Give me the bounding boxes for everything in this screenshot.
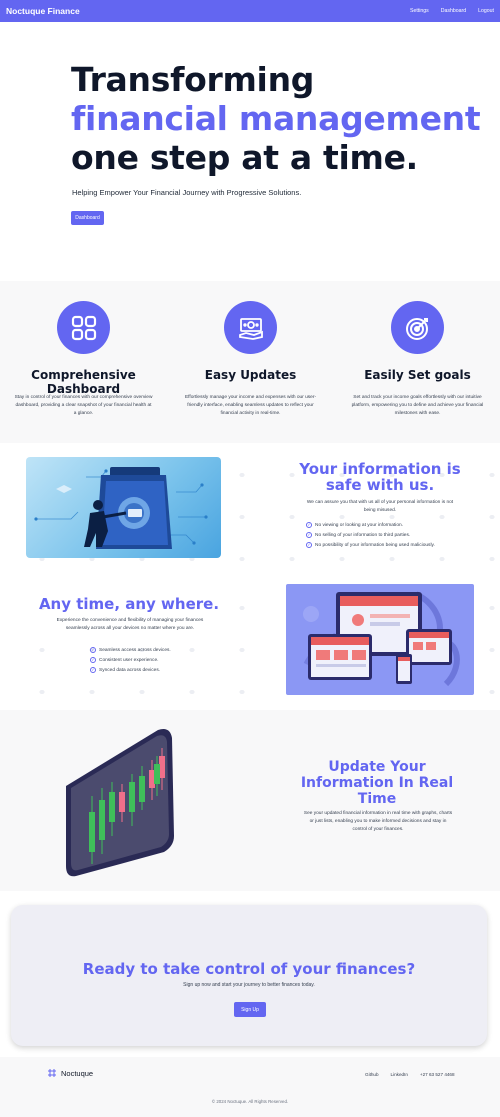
list-item: ✓ No possibility of your information bein… (306, 542, 435, 548)
money-hand-icon (224, 301, 277, 354)
cta-subtitle: Sign up now and start your journey to be… (183, 982, 315, 988)
hero-title-line-3: one step at a time. (71, 138, 418, 177)
anytime-title: Any time, any where. (38, 595, 220, 613)
feature-title: Easy Updates (204, 368, 297, 382)
list-item: ✓ Consistent user experience. (90, 657, 159, 663)
target-icon (391, 301, 444, 354)
hero-title-line-1: Transforming (71, 60, 315, 99)
dashboard-button[interactable]: Dashboard (71, 211, 104, 225)
check-circle-icon: ✓ (306, 522, 312, 528)
footer-link-github[interactable]: Github (365, 1072, 379, 1077)
navbar: Noctuque Finance Settings Dashboard Logo… (0, 0, 500, 22)
security-illustration (26, 457, 221, 558)
cta-title: Ready to take control of your finances? (82, 960, 416, 978)
brand-logo[interactable]: Noctuque Finance (6, 6, 80, 16)
feature-title: Easily Set goals (364, 368, 471, 382)
cta-card: Ready to take control of your finances? … (11, 905, 487, 1046)
realtime-description: See your updated financial information i… (303, 811, 453, 832)
security-section: Your information is safe with us. We can… (0, 443, 500, 576)
footer-brand: Noctuque (61, 1068, 94, 1078)
sign-up-button[interactable]: Sign Up (234, 1002, 266, 1017)
footer-links: Github LinkedIn +27 63 527 4468 (365, 1072, 455, 1077)
nav-links: Settings Dashboard Logout (410, 8, 494, 14)
security-list: ✓ No viewing or looking at your informati… (306, 520, 435, 550)
security-description: We can assure you that with us all of yo… (306, 500, 454, 513)
devices-illustration (286, 584, 474, 695)
feature-text: Set and track your income goals effortle… (351, 395, 484, 416)
anytime-description: Experience the convenience and flexibili… (56, 618, 204, 631)
feature-title: Comprehensive Dashboard (31, 368, 136, 396)
candlestick-tablet-illustration (62, 726, 180, 878)
hero-title-line-2: financial management (71, 99, 481, 138)
realtime-section: Update Your Information In Real Time See… (0, 710, 500, 891)
check-circle-icon: ✓ (90, 667, 96, 673)
nav-link-settings[interactable]: Settings (410, 8, 429, 14)
dashboard-grid-icon (57, 301, 110, 354)
security-title: Your information is safe with us. (299, 460, 461, 494)
footer: Noctuque Github LinkedIn +27 63 527 4468… (0, 1057, 500, 1117)
hash-logo-icon (48, 1069, 56, 1077)
anytime-list: ✓ Seamless access across devices. ✓ Consis… (90, 645, 171, 675)
features-section: Comprehensive Dashboard Stay in control … (0, 281, 500, 443)
check-circle-icon: ✓ (306, 542, 312, 548)
list-item: ✓ Synced data across devices. (90, 667, 161, 673)
check-circle-icon: ✓ (90, 657, 96, 663)
copyright-text: © 2024 Noctuque. All Rights Reserved. (211, 1099, 289, 1104)
feature-text: Effortlessly manage your income and expe… (184, 395, 317, 416)
feature-text: Stay in control of your finances with ou… (14, 395, 153, 416)
realtime-title: Update Your Information In Real Time (300, 759, 454, 807)
check-circle-icon: ✓ (306, 532, 312, 538)
list-item: ✓ No selling of your information to third… (306, 532, 411, 538)
nav-link-logout[interactable]: Logout (478, 8, 494, 14)
anytime-section: Any time, any where. Experience the conv… (0, 576, 500, 710)
check-circle-icon: ✓ (90, 647, 96, 653)
footer-phone[interactable]: +27 63 527 4468 (420, 1072, 455, 1077)
hero-subtitle: Helping Empower Your Financial Journey w… (72, 188, 302, 197)
footer-logo[interactable]: Noctuque (47, 1068, 93, 1078)
hero-section: Transforming financial management one st… (0, 22, 500, 280)
list-item: ✓ No viewing or looking at your informati… (306, 522, 403, 528)
cta-section: Ready to take control of your finances? … (0, 891, 500, 1057)
nav-link-dashboard[interactable]: Dashboard (441, 8, 466, 14)
footer-link-linkedin[interactable]: LinkedIn (391, 1072, 408, 1077)
list-item: ✓ Seamless access across devices. (90, 647, 171, 653)
